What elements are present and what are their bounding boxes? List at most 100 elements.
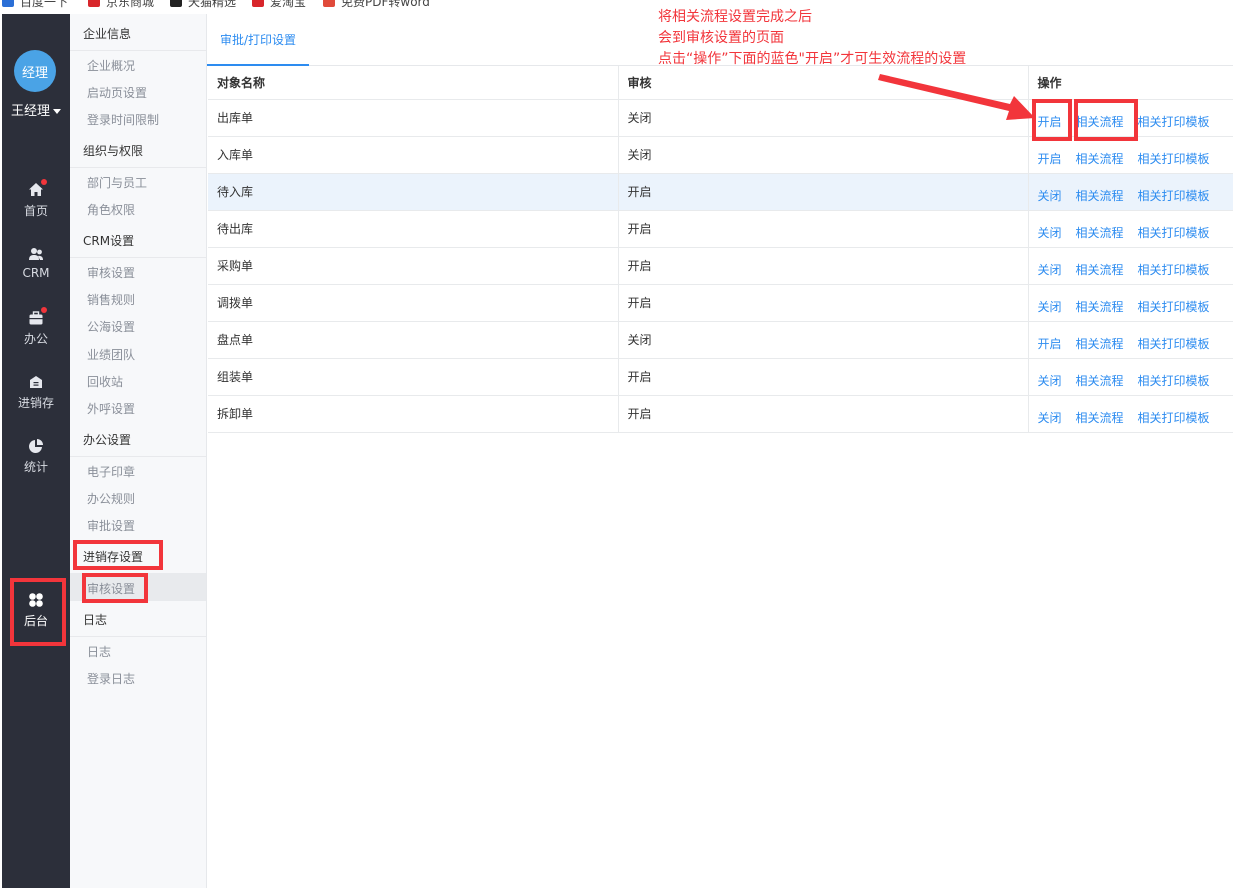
annotation-box-review-settings [82, 573, 148, 603]
print-template-link[interactable]: 相关打印模板 [1138, 226, 1210, 240]
object-name: 待出库 [208, 210, 619, 248]
table-row: 组装单 开启 关闭 相关流程 相关打印模板 [208, 358, 1233, 396]
review-status: 开启 [618, 173, 1029, 211]
nav-item-statistics[interactable]: 统计 [2, 438, 70, 475]
object-name: 组装单 [208, 358, 619, 396]
pie-chart-icon [28, 438, 44, 454]
related-workflow-link[interactable]: 相关流程 [1076, 226, 1124, 240]
sidebar-item-approval-settings[interactable]: 审批设置 [87, 517, 135, 534]
annotation-box-enable [1032, 99, 1072, 141]
sidebar-item-sales-rules[interactable]: 销售规则 [87, 291, 135, 308]
row-actions: 关闭 相关流程 相关打印模板 [1028, 395, 1233, 433]
review-status: 关闭 [618, 321, 1029, 359]
bookmark-tmall[interactable]: 天猫精选 [170, 0, 236, 9]
nav-item-inventory[interactable]: 进销存 [2, 374, 70, 411]
notification-dot [41, 307, 47, 313]
row-actions: 关闭 相关流程 相关打印模板 [1028, 247, 1233, 285]
object-name: 拆卸单 [208, 395, 619, 433]
divider [70, 167, 206, 168]
toggle-review-link[interactable]: 开启 [1038, 152, 1062, 166]
related-workflow-link[interactable]: 相关流程 [1076, 300, 1124, 314]
settings-sidebar: 企业信息 企业概况 启动页设置 登录时间限制 组织与权限 部门与员工 角色权限 … [70, 14, 207, 888]
table-row: 拆卸单 开启 关闭 相关流程 相关打印模板 [208, 395, 1233, 433]
row-actions: 关闭 相关流程 相关打印模板 [1028, 173, 1233, 211]
print-template-link[interactable]: 相关打印模板 [1138, 189, 1210, 203]
toggle-review-link[interactable]: 关闭 [1038, 411, 1062, 425]
toggle-review-link[interactable]: 关闭 [1038, 374, 1062, 388]
avatar[interactable]: 经理 [14, 50, 56, 92]
sidebar-item-startup-page[interactable]: 启动页设置 [87, 84, 147, 101]
divider [70, 50, 206, 51]
sidebar-item-e-seal[interactable]: 电子印章 [87, 463, 135, 480]
sidebar-item-outbound-call[interactable]: 外呼设置 [87, 400, 135, 417]
bookmark-jd[interactable]: 京东商城 [88, 0, 154, 9]
nav-item-home[interactable]: 首页 [2, 179, 70, 219]
section-enterprise-info[interactable]: 企业信息 [83, 25, 131, 42]
table-row: 待入库 开启 关闭 相关流程 相关打印模板 [208, 173, 1233, 211]
main-nav: 经理 王经理 首页 CRM 办公 进销存 统计 后台 [2, 14, 70, 888]
bookmarks-bar: 百度一下 京东商城 天猫精选 爱淘宝 免费PDF转word [0, 0, 1233, 14]
related-workflow-link[interactable]: 相关流程 [1076, 263, 1124, 277]
notification-dot [41, 179, 47, 185]
related-workflow-link[interactable]: 相关流程 [1076, 374, 1124, 388]
bookmark-baidu[interactable]: 百度一下 [2, 0, 68, 9]
row-actions: 关闭 相关流程 相关打印模板 [1028, 358, 1233, 396]
nav-item-crm[interactable]: CRM [2, 246, 70, 280]
bookmark-aitaobao[interactable]: 爱淘宝 [252, 0, 306, 9]
section-logs[interactable]: 日志 [83, 611, 107, 628]
print-template-link[interactable]: 相关打印模板 [1138, 300, 1210, 314]
section-org-permissions[interactable]: 组织与权限 [83, 142, 143, 159]
divider [70, 456, 206, 457]
toggle-review-link[interactable]: 开启 [1038, 337, 1062, 351]
print-template-link[interactable]: 相关打印模板 [1138, 411, 1210, 425]
sidebar-item-recycle-bin[interactable]: 回收站 [87, 373, 123, 390]
row-actions: 关闭 相关流程 相关打印模板 [1028, 210, 1233, 248]
user-menu[interactable]: 王经理 [2, 100, 70, 119]
annotation-box-workflow [1074, 99, 1138, 141]
annotation-box-backend [10, 578, 66, 646]
annotation-line: 将相关流程设置完成之后 [658, 9, 812, 25]
sidebar-item-office-rules[interactable]: 办公规则 [87, 490, 135, 507]
sidebar-item-performance-team[interactable]: 业绩团队 [87, 346, 135, 363]
section-office-settings[interactable]: 办公设置 [83, 431, 131, 448]
sidebar-item-login-logs[interactable]: 登录日志 [87, 670, 135, 687]
object-name: 待入库 [208, 173, 619, 211]
table-row: 盘点单 关闭 开启 相关流程 相关打印模板 [208, 321, 1233, 359]
column-header-actions: 操作 [1028, 66, 1233, 100]
print-template-link[interactable]: 相关打印模板 [1138, 115, 1210, 129]
tab-approval-print-settings[interactable]: 审批/打印设置 [220, 31, 296, 48]
print-template-link[interactable]: 相关打印模板 [1138, 263, 1210, 277]
related-workflow-link[interactable]: 相关流程 [1076, 152, 1124, 166]
row-actions: 关闭 相关流程 相关打印模板 [1028, 284, 1233, 322]
jd-icon [88, 0, 100, 7]
annotation-line: 会到审核设置的页面 [658, 30, 784, 46]
sidebar-item-login-time-limit[interactable]: 登录时间限制 [87, 111, 159, 128]
caret-down-icon [53, 109, 61, 114]
print-template-link[interactable]: 相关打印模板 [1138, 337, 1210, 351]
sidebar-item-logs[interactable]: 日志 [87, 643, 111, 660]
object-name: 入库单 [208, 136, 619, 174]
toggle-review-link[interactable]: 关闭 [1038, 226, 1062, 240]
sidebar-item-departments[interactable]: 部门与员工 [87, 174, 147, 191]
nav-item-office[interactable]: 办公 [2, 307, 70, 347]
toggle-review-link[interactable]: 关闭 [1038, 189, 1062, 203]
related-workflow-link[interactable]: 相关流程 [1076, 189, 1124, 203]
sidebar-item-role-permissions[interactable]: 角色权限 [87, 201, 135, 218]
toggle-review-link[interactable]: 关闭 [1038, 300, 1062, 314]
table-row: 待出库 开启 关闭 相关流程 相关打印模板 [208, 210, 1233, 248]
section-crm-settings[interactable]: CRM设置 [83, 232, 134, 249]
home-icon [28, 179, 47, 198]
review-status: 关闭 [618, 136, 1029, 174]
sidebar-item-public-pool[interactable]: 公海设置 [87, 318, 135, 335]
print-template-link[interactable]: 相关打印模板 [1138, 152, 1210, 166]
sidebar-item-enterprise-overview[interactable]: 企业概况 [87, 57, 135, 74]
divider [70, 636, 206, 637]
related-workflow-link[interactable]: 相关流程 [1076, 337, 1124, 351]
annotation-arrow [878, 74, 1035, 120]
bookmark-pdf[interactable]: 免费PDF转word [323, 0, 430, 9]
aitaobao-icon [252, 0, 264, 7]
related-workflow-link[interactable]: 相关流程 [1076, 411, 1124, 425]
toggle-review-link[interactable]: 关闭 [1038, 263, 1062, 277]
print-template-link[interactable]: 相关打印模板 [1138, 374, 1210, 388]
sidebar-item-crm-review[interactable]: 审核设置 [87, 264, 135, 281]
